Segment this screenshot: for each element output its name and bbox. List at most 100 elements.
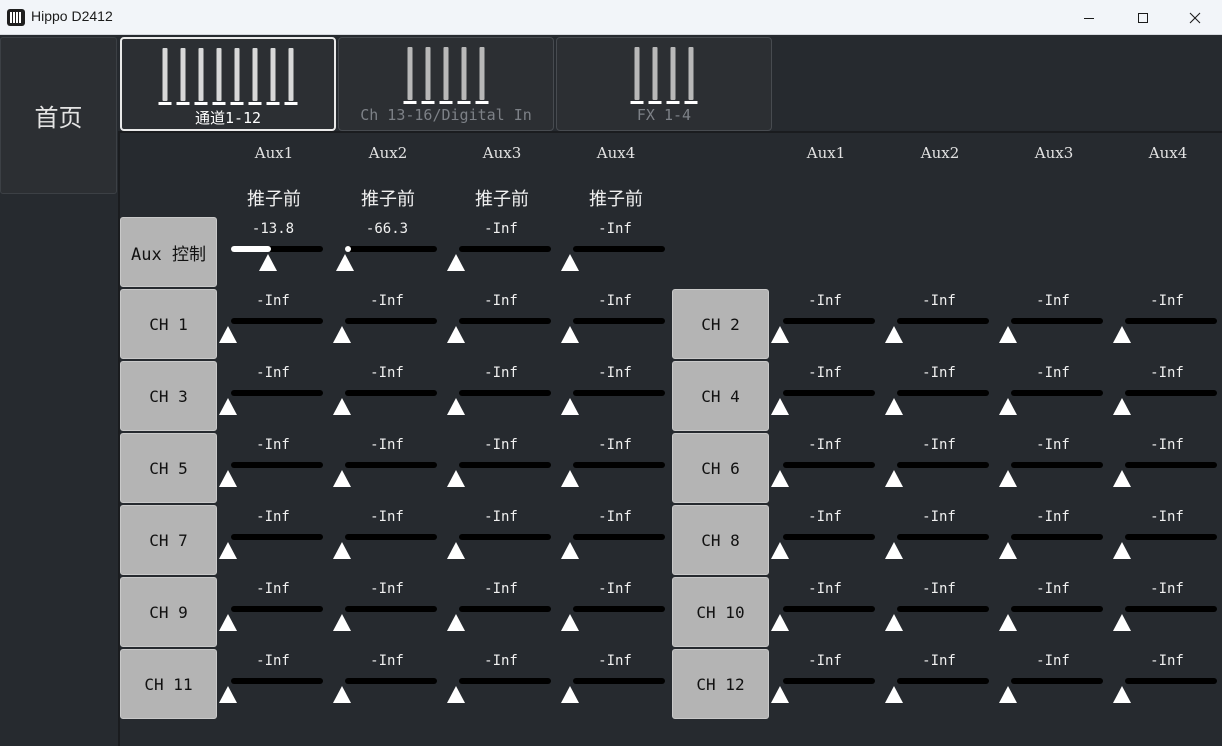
send-slider[interactable]: -Inf: [219, 576, 323, 634]
channel-button[interactable]: CH 3: [120, 361, 217, 431]
send-slider[interactable]: -Inf: [771, 432, 875, 490]
slider-thumb[interactable]: [999, 326, 1017, 343]
send-slider[interactable]: -66.3: [335, 216, 437, 274]
send-slider[interactable]: -Inf: [771, 360, 875, 418]
tab-1[interactable]: 通道1-12: [120, 37, 336, 131]
send-slider[interactable]: -Inf: [885, 432, 989, 490]
slider-thumb[interactable]: [561, 326, 579, 343]
send-slider[interactable]: -Inf: [219, 288, 323, 346]
send-slider[interactable]: -Inf: [999, 288, 1103, 346]
slider-thumb[interactable]: [771, 326, 789, 343]
send-slider[interactable]: -Inf: [1113, 648, 1217, 706]
slider-thumb[interactable]: [219, 686, 237, 703]
channel-button[interactable]: CH 10: [672, 577, 769, 647]
minimize-button[interactable]: [1062, 0, 1116, 35]
send-slider[interactable]: -Inf: [333, 504, 437, 562]
slider-thumb[interactable]: [1113, 686, 1131, 703]
slider-thumb[interactable]: [885, 326, 903, 343]
slider-thumb[interactable]: [333, 614, 351, 631]
send-slider[interactable]: -Inf: [1113, 504, 1217, 562]
slider-thumb[interactable]: [219, 470, 237, 487]
channel-button[interactable]: CH 12: [672, 649, 769, 719]
send-slider[interactable]: -Inf: [447, 432, 551, 490]
slider-thumb[interactable]: [447, 398, 465, 415]
channel-button[interactable]: CH 6: [672, 433, 769, 503]
send-slider[interactable]: -Inf: [999, 432, 1103, 490]
send-slider[interactable]: -Inf: [447, 576, 551, 634]
slider-thumb[interactable]: [561, 398, 579, 415]
slider-thumb[interactable]: [219, 542, 237, 559]
send-slider[interactable]: -Inf: [447, 216, 551, 274]
slider-thumb[interactable]: [1113, 470, 1131, 487]
send-slider[interactable]: -13.8: [223, 216, 323, 274]
channel-button[interactable]: CH 11: [120, 649, 217, 719]
slider-thumb[interactable]: [447, 542, 465, 559]
send-slider[interactable]: -Inf: [771, 648, 875, 706]
slider-thumb[interactable]: [885, 398, 903, 415]
send-slider[interactable]: -Inf: [561, 648, 665, 706]
aux-control-button[interactable]: Aux 控制: [120, 217, 217, 287]
slider-thumb[interactable]: [999, 398, 1017, 415]
slider-thumb[interactable]: [447, 326, 465, 343]
send-slider[interactable]: -Inf: [219, 360, 323, 418]
channel-button[interactable]: CH 9: [120, 577, 217, 647]
send-slider[interactable]: -Inf: [219, 648, 323, 706]
send-slider[interactable]: -Inf: [999, 648, 1103, 706]
slider-thumb[interactable]: [561, 542, 579, 559]
slider-thumb[interactable]: [999, 686, 1017, 703]
slider-thumb[interactable]: [999, 542, 1017, 559]
slider-thumb[interactable]: [219, 326, 237, 343]
slider-thumb[interactable]: [333, 326, 351, 343]
home-button[interactable]: 首页: [0, 37, 117, 194]
send-slider[interactable]: -Inf: [333, 576, 437, 634]
slider-thumb[interactable]: [885, 470, 903, 487]
send-slider[interactable]: -Inf: [561, 216, 665, 274]
slider-thumb[interactable]: [771, 614, 789, 631]
send-slider[interactable]: -Inf: [771, 504, 875, 562]
send-slider[interactable]: -Inf: [885, 288, 989, 346]
slider-thumb[interactable]: [333, 686, 351, 703]
slider-thumb[interactable]: [561, 254, 579, 271]
send-slider[interactable]: -Inf: [999, 504, 1103, 562]
slider-thumb[interactable]: [447, 614, 465, 631]
send-slider[interactable]: -Inf: [1113, 288, 1217, 346]
slider-thumb[interactable]: [885, 686, 903, 703]
tab-2[interactable]: Ch 13-16/Digital In: [338, 37, 554, 131]
slider-thumb[interactable]: [258, 254, 277, 271]
slider-thumb[interactable]: [771, 470, 789, 487]
send-slider[interactable]: -Inf: [999, 360, 1103, 418]
send-slider[interactable]: -Inf: [561, 432, 665, 490]
send-slider[interactable]: -Inf: [885, 360, 989, 418]
slider-thumb[interactable]: [885, 614, 903, 631]
send-slider[interactable]: -Inf: [561, 576, 665, 634]
maximize-button[interactable]: [1116, 0, 1170, 35]
send-slider[interactable]: -Inf: [333, 648, 437, 706]
channel-button[interactable]: CH 4: [672, 361, 769, 431]
send-slider[interactable]: -Inf: [219, 432, 323, 490]
send-slider[interactable]: -Inf: [561, 360, 665, 418]
send-slider[interactable]: -Inf: [561, 288, 665, 346]
send-slider[interactable]: -Inf: [561, 504, 665, 562]
send-slider[interactable]: -Inf: [885, 504, 989, 562]
slider-thumb[interactable]: [447, 470, 465, 487]
send-slider[interactable]: -Inf: [447, 504, 551, 562]
channel-button[interactable]: CH 1: [120, 289, 217, 359]
slider-thumb[interactable]: [771, 542, 789, 559]
send-slider[interactable]: -Inf: [1113, 576, 1217, 634]
channel-button[interactable]: CH 5: [120, 433, 217, 503]
slider-thumb[interactable]: [219, 398, 237, 415]
slider-thumb[interactable]: [885, 542, 903, 559]
send-slider[interactable]: -Inf: [447, 648, 551, 706]
slider-thumb[interactable]: [1113, 542, 1131, 559]
slider-thumb[interactable]: [333, 470, 351, 487]
send-slider[interactable]: -Inf: [1113, 360, 1217, 418]
send-slider[interactable]: -Inf: [333, 360, 437, 418]
send-slider[interactable]: -Inf: [333, 288, 437, 346]
slider-thumb[interactable]: [999, 614, 1017, 631]
send-slider[interactable]: -Inf: [999, 576, 1103, 634]
slider-thumb[interactable]: [219, 614, 237, 631]
send-slider[interactable]: -Inf: [1113, 432, 1217, 490]
slider-thumb[interactable]: [561, 470, 579, 487]
send-slider[interactable]: -Inf: [771, 576, 875, 634]
slider-thumb[interactable]: [771, 398, 789, 415]
